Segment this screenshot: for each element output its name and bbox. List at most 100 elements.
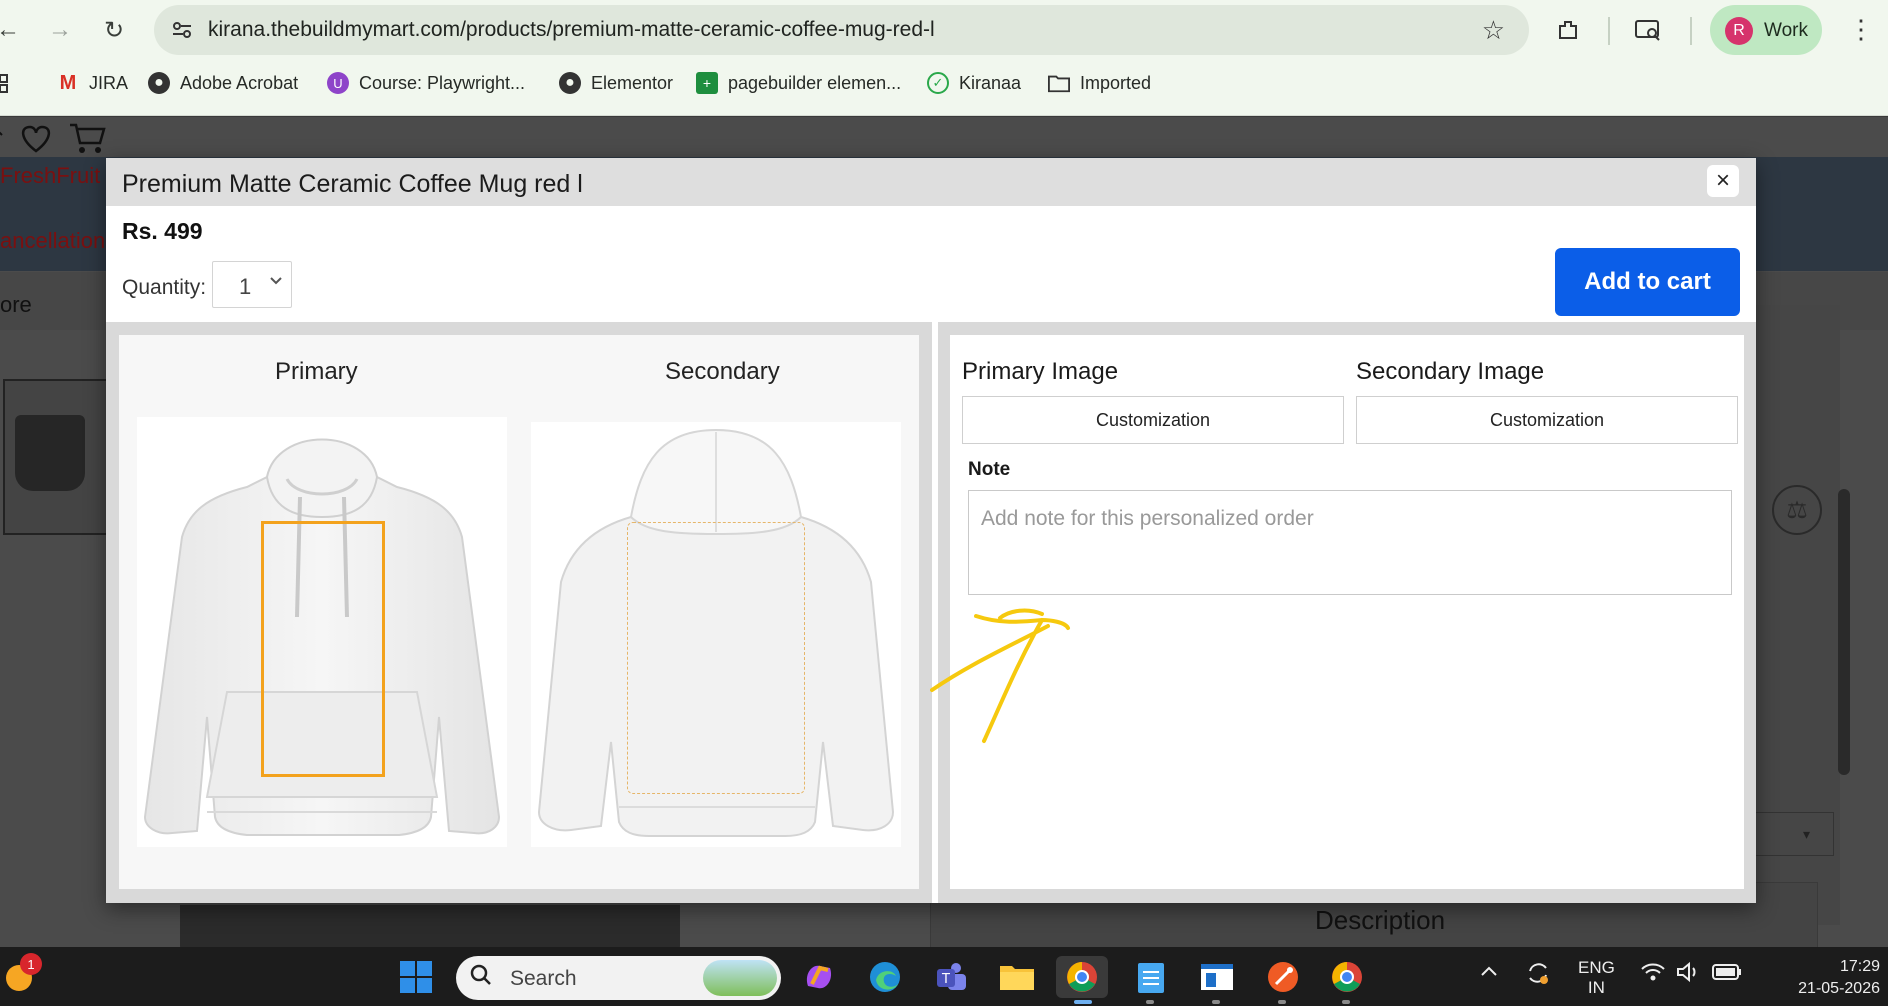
address-bar[interactable]: kirana.thebuildmymart.com/products/premi… xyxy=(154,5,1529,55)
apps-grid-icon[interactable] xyxy=(0,72,12,94)
primary-customization-button[interactable]: Customization xyxy=(962,396,1344,444)
running-app-indicator xyxy=(1146,1000,1154,1004)
bg-header-icons xyxy=(0,117,120,157)
search-placeholder: Search xyxy=(510,967,577,990)
chevron-down-icon xyxy=(269,274,283,293)
product-customization-modal: Premium Matte Ceramic Coffee Mug red l ×… xyxy=(106,158,1756,903)
primary-image-title: Primary Image xyxy=(962,358,1119,385)
chrome-icon-active[interactable] xyxy=(1056,956,1108,998)
reload-icon[interactable]: ↻ xyxy=(96,12,132,48)
bg-product-thumbnail xyxy=(3,379,113,535)
bookmark-course-playwright[interactable]: U Course: Playwright... xyxy=(327,72,525,94)
bg-dark-block xyxy=(180,905,680,947)
udemy-icon: U xyxy=(327,72,349,94)
copilot-icon[interactable] xyxy=(798,956,840,998)
annotation-arrow-icon xyxy=(930,608,1070,743)
profile-avatar: R xyxy=(1725,17,1753,45)
primary-hoodie-image[interactable] xyxy=(137,417,507,847)
wifi-icon[interactable] xyxy=(1640,961,1666,988)
chevron-up-icon[interactable] xyxy=(1480,961,1498,984)
teams-icon[interactable]: T xyxy=(930,956,972,998)
modal-title: Premium Matte Ceramic Coffee Mug red l xyxy=(122,170,583,198)
bookmark-jira[interactable]: M JIRA xyxy=(57,72,128,94)
bookmark-elementor[interactable]: ● Elementor xyxy=(559,72,673,94)
bookmark-star-icon[interactable]: ☆ xyxy=(1482,15,1505,46)
site-settings-icon[interactable] xyxy=(166,14,198,46)
file-explorer-icon[interactable] xyxy=(996,956,1038,998)
globe-icon: ● xyxy=(559,72,581,94)
note-textarea[interactable] xyxy=(968,490,1732,595)
bookmarks-bar: M JIRA ● Adobe Acrobat U Course: Playwri… xyxy=(0,64,1888,104)
quantity-value: 1 xyxy=(239,274,252,299)
taskbar-search[interactable]: Search xyxy=(456,956,781,1000)
language-code: ENG xyxy=(1578,958,1615,977)
app-window-icon[interactable] xyxy=(1196,956,1238,998)
back-arrow-icon[interactable]: ← xyxy=(0,12,26,48)
bookmark-label: Imported xyxy=(1080,72,1152,93)
close-icon[interactable]: × xyxy=(1707,165,1739,197)
bookmark-label: Course: Playwright... xyxy=(359,72,526,93)
region-code: IN xyxy=(1587,978,1605,997)
quantity-label: Quantity: xyxy=(122,276,207,299)
bookmark-label: Adobe Acrobat xyxy=(180,72,299,93)
extensions-icon[interactable] xyxy=(1550,12,1586,48)
chrome-icon[interactable] xyxy=(1326,956,1368,998)
primary-view-label: Primary xyxy=(275,358,358,385)
notification-badge: 1 xyxy=(20,953,42,975)
secondary-view-label: Secondary xyxy=(665,358,780,385)
postman-icon[interactable] xyxy=(1262,956,1304,998)
search-icon xyxy=(470,964,492,992)
bookmark-label: pagebuilder elemen... xyxy=(728,72,902,93)
volume-icon[interactable] xyxy=(1676,961,1700,988)
compare-scale-icon: ⚖ xyxy=(1772,485,1822,535)
checkmark-icon: ✓ xyxy=(927,72,949,94)
toolbar-separator xyxy=(1690,17,1692,45)
bg-scrollbar xyxy=(1838,489,1850,775)
bg-policy-text: ancellation xyxy=(0,228,106,253)
heart-icon xyxy=(22,125,50,153)
language-indicator[interactable]: ENG IN xyxy=(1578,958,1615,998)
secondary-hoodie-image[interactable] xyxy=(531,422,901,847)
modal-header: Premium Matte Ceramic Coffee Mug red l × xyxy=(106,158,1756,206)
running-app-indicator xyxy=(1212,1000,1220,1004)
bookmark-label: Elementor xyxy=(591,72,674,93)
quantity-select[interactable]: 1 xyxy=(212,261,292,308)
windows-start-icon[interactable] xyxy=(395,956,437,998)
running-app-indicator xyxy=(1342,1000,1350,1004)
add-to-cart-button[interactable]: Add to cart xyxy=(1555,248,1740,316)
clock[interactable]: 17:29 21-05-2026 xyxy=(1760,956,1880,1000)
browser-menu-icon[interactable]: ⋮ xyxy=(1848,14,1874,45)
profile-label: Work xyxy=(1764,20,1808,41)
tab-search-icon[interactable] xyxy=(1630,12,1666,48)
active-app-indicator xyxy=(1074,1000,1092,1004)
globe-icon: ● xyxy=(148,72,170,94)
mug-image xyxy=(15,415,85,491)
browser-chrome: ← → ↻ kirana.thebuildmymart.com/products… xyxy=(0,0,1888,116)
weather-widget[interactable]: 1 xyxy=(4,953,42,993)
forward-arrow-icon[interactable]: → xyxy=(42,12,78,48)
bookmark-kiranaa[interactable]: ✓ Kiranaa xyxy=(927,72,1021,94)
bookmark-adobe-acrobat[interactable]: ● Adobe Acrobat xyxy=(148,72,298,94)
secondary-customization-button[interactable]: Customization xyxy=(1356,396,1738,444)
profile-button[interactable]: R Work xyxy=(1710,5,1822,55)
folder-icon xyxy=(1048,72,1070,94)
bg-more-text: ore xyxy=(0,292,32,317)
note-label: Note xyxy=(968,459,1011,480)
sheets-icon: + xyxy=(696,72,718,94)
product-price: Rs. 499 xyxy=(122,218,203,244)
bg-select-box: ▾ xyxy=(1750,812,1834,856)
secondary-print-area[interactable] xyxy=(627,522,805,794)
windows-taskbar: 1 Search T ENG IN 17:29 21-05-2026 xyxy=(0,947,1888,1006)
bookmark-imported[interactable]: Imported xyxy=(1048,72,1151,94)
bookmark-pagebuilder[interactable]: + pagebuilder elemen... xyxy=(696,72,901,94)
edge-icon[interactable] xyxy=(864,956,906,998)
url-text[interactable]: kirana.thebuildmymart.com/products/premi… xyxy=(208,18,935,42)
secondary-image-title: Secondary Image xyxy=(1356,358,1545,385)
bg-category-text: FreshFruit xyxy=(0,163,101,188)
clock-date: 21-05-2026 xyxy=(1798,980,1880,997)
running-app-indicator xyxy=(1278,1000,1286,1004)
notepad-icon[interactable] xyxy=(1130,956,1172,998)
battery-icon[interactable] xyxy=(1712,963,1742,986)
sync-icon[interactable] xyxy=(1524,959,1552,992)
primary-print-area[interactable] xyxy=(261,521,385,777)
